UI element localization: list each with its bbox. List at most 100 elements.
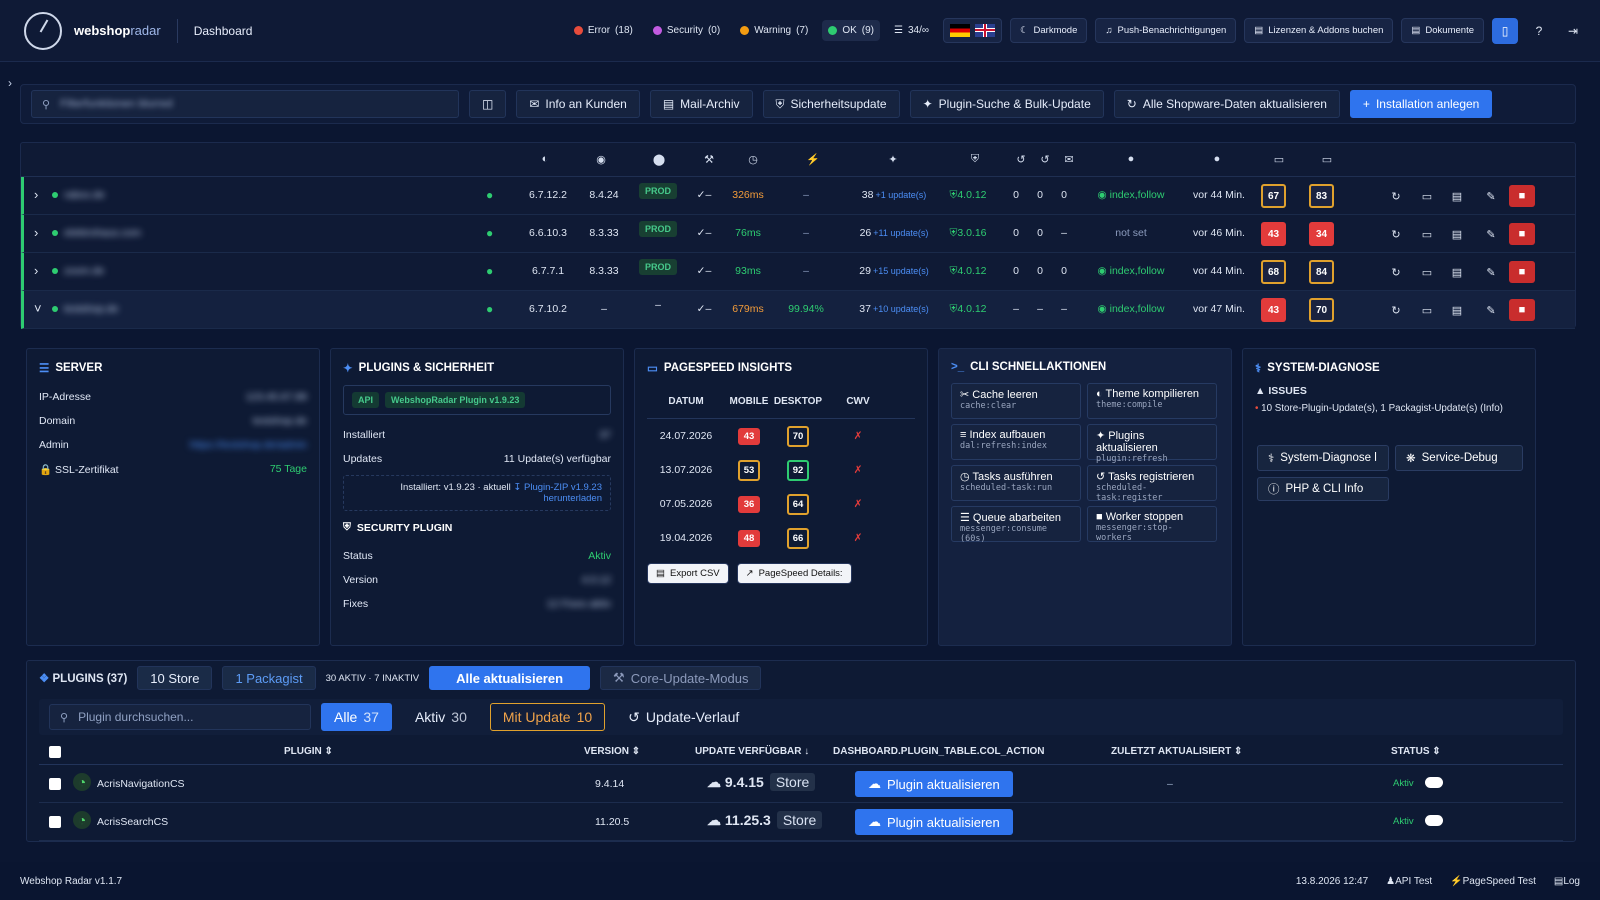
expand-chevron-icon[interactable]: › <box>34 187 38 202</box>
cli-action-button[interactable]: ✂ Cache leeren cache:clear <box>951 383 1081 419</box>
select-all-checkbox[interactable] <box>49 745 61 758</box>
version-column-header[interactable]: VERSION ⇕ <box>584 746 640 757</box>
file-icon[interactable]: ▤ <box>1445 223 1469 245</box>
refresh-icon[interactable]: ↻ <box>1384 299 1408 321</box>
edit-icon[interactable]: ✎ <box>1479 299 1503 321</box>
status-error[interactable]: Error (18) <box>568 20 639 41</box>
plugin-zip-link[interactable]: ↧ Plugin-ZIP v1.9.23 <box>513 482 602 493</box>
pagespeed-icon[interactable]: ▭ <box>1415 299 1439 321</box>
plugin-row[interactable]: ◔ AcrisNavigationCS 9.4.14 ☁ 9.4.15 Store ☁ Pl… <box>39 765 1563 803</box>
status-toggle[interactable] <box>1425 815 1443 826</box>
download-link[interactable]: herunterladen <box>543 493 602 504</box>
last-updated-column-header[interactable]: ZULETZT AKTUALISIERT ⇕ <box>1111 746 1242 757</box>
documents-button[interactable]: ▤ Dokumente <box>1401 18 1484 43</box>
cli-action-button[interactable]: ☰ Queue abarbeiten messenger:consume (60s… <box>951 506 1081 544</box>
refresh-icon[interactable]: ↻ <box>1384 185 1408 207</box>
plugin-name[interactable]: AcrisNavigationCS <box>97 778 185 790</box>
create-installation-button[interactable]: + Installation anlegen <box>1349 90 1493 118</box>
pagespeed-details-button[interactable]: ↗ PageSpeed Details: <box>736 563 852 584</box>
mobile-score[interactable]: 43 <box>1261 298 1286 322</box>
history-icon[interactable]: ↺ <box>1011 153 1031 166</box>
mobile-score[interactable]: 67 <box>1261 184 1286 208</box>
status-ok[interactable]: OK (9) <box>822 20 880 41</box>
status-warning[interactable]: Warning (7) <box>734 20 814 41</box>
delete-icon[interactable]: ■ <box>1509 185 1535 207</box>
api-test-link[interactable]: ♟API Test <box>1386 876 1432 887</box>
puzzle-icon[interactable]: ✦ <box>883 153 903 166</box>
pagespeed-test-link[interactable]: ⚡PageSpeed Test <box>1450 876 1536 887</box>
security-update-button[interactable]: ⛨ Sicherheitsupdate <box>762 90 900 118</box>
pagespeed-icon[interactable]: ▭ <box>1415 185 1439 207</box>
german-flag-icon[interactable] <box>950 24 970 37</box>
mobile-score[interactable]: 68 <box>1261 260 1286 284</box>
edit-icon[interactable]: ✎ <box>1479 185 1503 207</box>
delete-icon[interactable]: ■ <box>1509 299 1535 321</box>
brand-name[interactable]: webshopradar <box>74 23 161 38</box>
shop-domain[interactable]: zoom.de <box>64 265 104 277</box>
update-plugin-button[interactable]: ☁ Plugin aktualisieren <box>855 771 1013 797</box>
help-icon[interactable]: ? <box>1526 18 1552 44</box>
status-toggle[interactable] <box>1425 777 1443 788</box>
refresh-icon[interactable]: ↻ <box>1384 261 1408 283</box>
file-icon[interactable]: ▤ <box>1445 185 1469 207</box>
push-notifications-button[interactable]: ♫ Push-Benachrichtigungen <box>1095 18 1237 43</box>
cli-action-button[interactable]: ◐ Theme kompilieren theme:compile <box>1087 383 1217 419</box>
plugin-updates-link[interactable]: +11 update(s) <box>873 228 928 238</box>
plugin-updates-link[interactable]: +1 update(s) <box>875 190 926 200</box>
mail-archive-button[interactable]: ▤ Mail-Archiv <box>649 90 753 118</box>
cli-action-button[interactable]: ✦ Plugins aktualisieren plugin:refresh <box>1087 424 1217 464</box>
delete-icon[interactable]: ■ <box>1509 223 1535 245</box>
logout-icon[interactable]: ⇥ <box>1560 18 1586 44</box>
export-csv-button[interactable]: ▤ Export CSV <box>647 563 729 584</box>
update-history-button[interactable]: ↺ Update-Verlauf <box>615 703 752 731</box>
php-cli-info-button[interactable]: ⓘ PHP & CLI Info <box>1257 477 1389 501</box>
refresh-icon[interactable]: ↻ <box>1384 223 1408 245</box>
bulk-update-button[interactable]: ✦ Plugin-Suche & Bulk-Update <box>909 90 1104 118</box>
radar-logo-icon[interactable] <box>24 11 62 50</box>
edit-icon[interactable]: ✎ <box>1479 223 1503 245</box>
plugin-count[interactable]: 26 +11 update(s) <box>844 227 944 239</box>
shop-domain[interactable]: elektrohaus.com <box>64 227 141 239</box>
clock-icon[interactable]: ◷ <box>743 153 763 166</box>
shield-icon[interactable]: ⛨ <box>965 153 985 166</box>
delete-icon[interactable]: ■ <box>1509 261 1535 283</box>
update-plugin-button[interactable]: ☁ Plugin aktualisieren <box>855 809 1013 835</box>
file-icon[interactable]: ▤ <box>1445 299 1469 321</box>
row-checkbox[interactable] <box>49 778 61 790</box>
plugin-name[interactable]: AcrisSearchCS <box>97 816 168 828</box>
envelope-icon[interactable]: ✉ <box>1059 153 1079 166</box>
plugin-search-input[interactable]: ⚲ Plugin durchsuchen... <box>49 704 311 730</box>
system-diagnose-button[interactable]: ⚕ System-Diagnose l <box>1257 445 1389 471</box>
pagespeed-icon[interactable]: ▭ <box>1415 223 1439 245</box>
mobile-score[interactable]: 43 <box>1261 222 1286 246</box>
desktop-score[interactable]: 70 <box>1309 298 1334 322</box>
mobile-score-icon[interactable]: ▭ <box>1269 153 1289 166</box>
edit-icon[interactable]: ✎ <box>1479 261 1503 283</box>
status-column-header[interactable]: STATUS ⇕ <box>1391 746 1441 757</box>
log-link[interactable]: ▤Log <box>1554 876 1580 887</box>
plugin-updates-link[interactable]: +15 update(s) <box>873 266 929 276</box>
update-all-button[interactable]: Alle aktualisieren <box>429 666 591 690</box>
language-switch[interactable] <box>943 18 1002 43</box>
mobile-icon[interactable]: ▯ <box>1492 17 1518 44</box>
desktop-score[interactable]: 84 <box>1309 260 1334 284</box>
info-customer-button[interactable]: ✉ Info an Kunden <box>516 90 640 118</box>
shop-domain[interactable]: testshop.de <box>64 303 118 315</box>
robot-icon[interactable]: ● <box>1121 153 1141 165</box>
cli-action-button[interactable]: ≡ Index aufbauen dal:refresh:index <box>951 424 1081 460</box>
licenses-button[interactable]: ▤ Lizenzen & Addons buchen <box>1244 18 1394 43</box>
refresh-all-button[interactable]: ↻ Alle Shopware-Daten aktualisieren <box>1113 90 1340 118</box>
desktop-score-icon[interactable]: ▭ <box>1317 153 1337 166</box>
environment-icon[interactable]: ⬤ <box>649 153 669 166</box>
desktop-score[interactable]: 83 <box>1309 184 1334 208</box>
admin-link[interactable]: https://testshop.de/admin <box>190 439 307 451</box>
file-icon[interactable]: ▤ <box>1445 261 1469 283</box>
plugin-row[interactable]: ◔ AcrisSearchCS 11.20.5 ☁ 11.25.3 Store ☁ Plug… <box>39 803 1563 841</box>
cli-action-button[interactable]: ■ Worker stoppen messenger:stop-workers <box>1087 506 1217 543</box>
plugin-column-header[interactable]: PLUGIN ⇕ <box>284 746 333 757</box>
status-security[interactable]: Security (0) <box>647 20 726 41</box>
plugin-updates-link[interactable]: +10 update(s) <box>873 304 929 314</box>
store-filter-badge[interactable]: 10 Store <box>137 666 213 690</box>
shop-domain[interactable]: rabox.de <box>64 189 105 201</box>
darkmode-button[interactable]: ☾ Darkmode <box>1010 18 1088 43</box>
